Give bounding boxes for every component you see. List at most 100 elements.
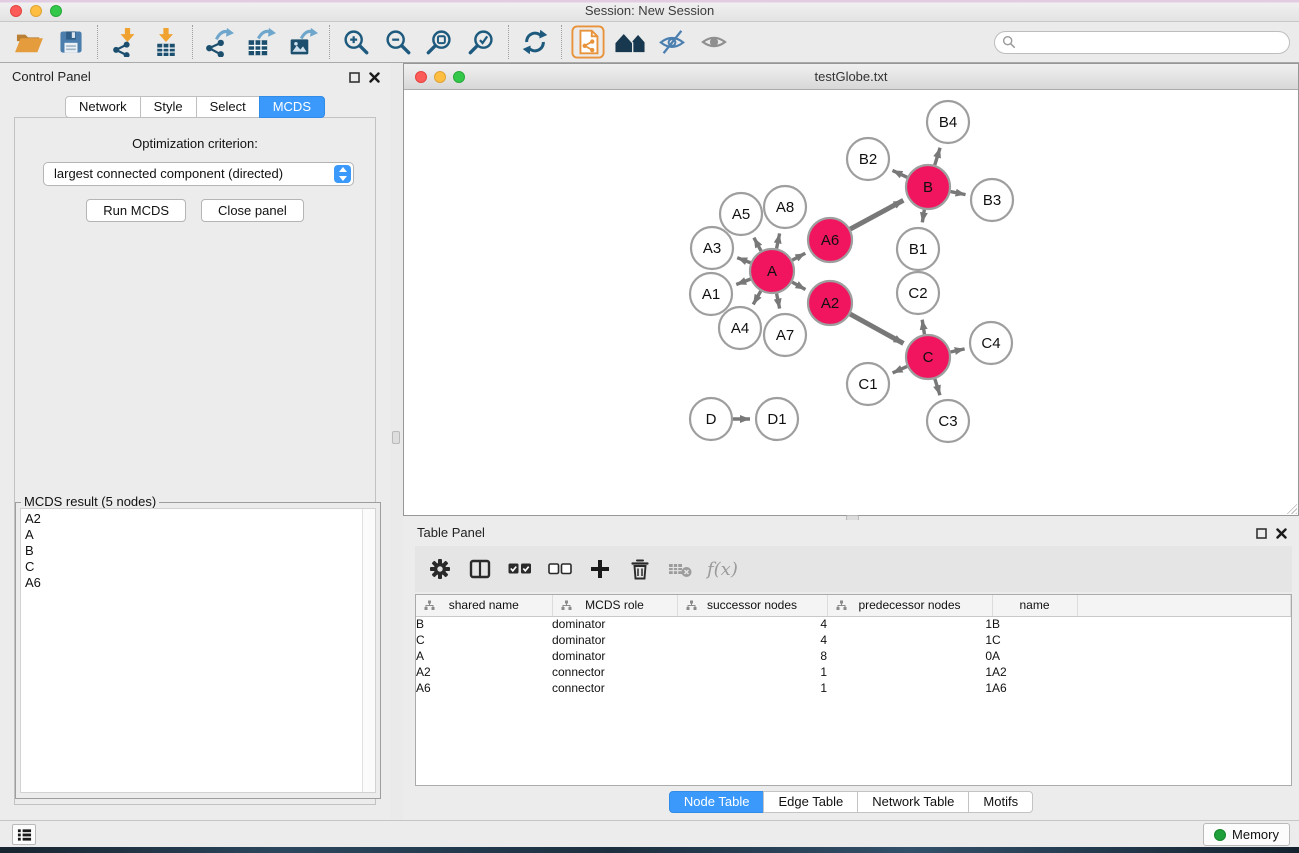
deselect-all-icon[interactable] bbox=[547, 556, 573, 582]
function-builder-icon[interactable]: f(x) bbox=[707, 559, 738, 580]
scrollbar[interactable] bbox=[362, 509, 375, 792]
table-cell[interactable]: 1 bbox=[827, 632, 992, 648]
table-cell[interactable]: 1 bbox=[827, 664, 992, 680]
column-header-shared-name[interactable]: shared name bbox=[416, 595, 552, 616]
table-cell[interactable]: 0 bbox=[827, 648, 992, 664]
task-history-button[interactable] bbox=[12, 824, 36, 845]
export-table-icon[interactable] bbox=[240, 24, 282, 60]
table-cell[interactable]: 8 bbox=[677, 648, 827, 664]
tab-motifs[interactable]: Motifs bbox=[968, 791, 1033, 813]
table-cell[interactable]: connector bbox=[552, 664, 677, 680]
close-window-icon[interactable] bbox=[10, 5, 22, 17]
import-network-icon[interactable] bbox=[103, 24, 145, 60]
table-cell[interactable]: B bbox=[992, 616, 1077, 632]
select-all-icon[interactable] bbox=[507, 556, 533, 582]
table-cell[interactable]: 1 bbox=[677, 680, 827, 696]
tab-network-table[interactable]: Network Table bbox=[857, 791, 969, 813]
graph-edge-A-A2[interactable] bbox=[792, 282, 805, 289]
columns-icon[interactable] bbox=[467, 556, 493, 582]
graph-edge-B-B4[interactable] bbox=[935, 148, 940, 165]
mcds-result-item[interactable]: A2 bbox=[25, 511, 375, 527]
table-row[interactable]: Cdominator41C bbox=[416, 632, 1291, 648]
graph-edge-B-B2[interactable] bbox=[892, 170, 907, 177]
trash-icon[interactable] bbox=[627, 556, 653, 582]
float-panel-icon[interactable] bbox=[1256, 527, 1267, 542]
minimize-window-icon[interactable] bbox=[30, 5, 42, 17]
column-header-successor-nodes[interactable]: successor nodes bbox=[677, 595, 827, 616]
zoom-out-icon[interactable] bbox=[377, 24, 419, 60]
column-header-predecessor-nodes[interactable]: predecessor nodes bbox=[827, 595, 992, 616]
zoom-in-icon[interactable] bbox=[335, 24, 377, 60]
network-zoom-icon[interactable] bbox=[453, 71, 465, 83]
graph-edge-C-C4[interactable] bbox=[950, 349, 964, 352]
mcds-result-item[interactable]: A6 bbox=[25, 575, 375, 591]
close-panel-icon[interactable] bbox=[369, 71, 380, 86]
close-panel-button[interactable]: Close panel bbox=[201, 199, 304, 222]
float-panel-icon[interactable] bbox=[349, 71, 360, 86]
table-cell[interactable]: 4 bbox=[677, 632, 827, 648]
select-stepper-icon[interactable] bbox=[334, 165, 351, 183]
table-cell[interactable]: C bbox=[416, 632, 552, 648]
gear-icon[interactable] bbox=[427, 556, 453, 582]
panel-divider[interactable] bbox=[390, 63, 403, 820]
table-cell[interactable]: A6 bbox=[416, 680, 552, 696]
network-canvas[interactable]: B4B2BB3A8A5A6A3B1AA1C2A2A4A7C4CC1DD1C3 bbox=[404, 90, 1298, 515]
delete-table-icon[interactable] bbox=[667, 556, 693, 582]
table-cell[interactable]: C bbox=[992, 632, 1077, 648]
close-panel-icon[interactable] bbox=[1276, 527, 1287, 542]
table-cell[interactable]: A6 bbox=[992, 680, 1077, 696]
graph-edge-A6-B[interactable] bbox=[850, 200, 903, 229]
table-row[interactable]: A6connector11A6 bbox=[416, 680, 1291, 696]
divider-grip[interactable] bbox=[392, 431, 400, 444]
add-icon[interactable] bbox=[587, 556, 613, 582]
table-cell[interactable]: A bbox=[416, 648, 552, 664]
network-window-titlebar[interactable]: testGlobe.txt bbox=[404, 64, 1298, 90]
mcds-result-item[interactable]: C bbox=[25, 559, 375, 575]
zoom-window-icon[interactable] bbox=[50, 5, 62, 17]
graph-edge-A-A8[interactable] bbox=[777, 233, 780, 248]
tab-select[interactable]: Select bbox=[196, 96, 260, 118]
table-cell[interactable]: connector bbox=[552, 680, 677, 696]
table-row[interactable]: A2connector11A2 bbox=[416, 664, 1291, 680]
graph-edge-A-A6[interactable] bbox=[792, 253, 805, 260]
graph-edge-A-A5[interactable] bbox=[754, 238, 761, 251]
zoom-selected-icon[interactable] bbox=[461, 24, 503, 60]
table-cell[interactable]: A2 bbox=[416, 664, 552, 680]
show-annotations-eye-icon[interactable] bbox=[693, 24, 735, 60]
open-network-from-ndex-icon[interactable] bbox=[567, 24, 609, 60]
save-session-icon[interactable] bbox=[50, 24, 92, 60]
tab-style[interactable]: Style bbox=[140, 96, 197, 118]
graph-edge-A-A3[interactable] bbox=[737, 258, 750, 263]
graph-edge-A-A7[interactable] bbox=[777, 294, 780, 309]
graph-edge-A-A4[interactable] bbox=[753, 291, 761, 304]
graph-edge-B-B3[interactable] bbox=[951, 192, 966, 195]
network-minimize-icon[interactable] bbox=[434, 71, 446, 83]
mcds-result-item[interactable]: A bbox=[25, 527, 375, 543]
criterion-select[interactable]: largest connected component (directed) bbox=[43, 162, 354, 186]
tab-network[interactable]: Network bbox=[65, 96, 141, 118]
run-mcds-button[interactable]: Run MCDS bbox=[86, 199, 186, 222]
graph-edge-A2-C[interactable] bbox=[850, 314, 903, 343]
table-cell[interactable]: 1 bbox=[827, 680, 992, 696]
table-cell[interactable]: B bbox=[416, 616, 552, 632]
table-row[interactable]: Bdominator41B bbox=[416, 616, 1291, 632]
table-cell[interactable]: 1 bbox=[677, 664, 827, 680]
graph-edge-B-B1[interactable] bbox=[922, 210, 924, 223]
window-titlebar[interactable]: Session: New Session bbox=[0, 0, 1299, 22]
open-session-icon[interactable] bbox=[8, 24, 50, 60]
graph-edge-C-C3[interactable] bbox=[935, 379, 940, 395]
refresh-icon[interactable] bbox=[514, 24, 556, 60]
table-cell[interactable]: dominator bbox=[552, 632, 677, 648]
table-cell[interactable]: A bbox=[992, 648, 1077, 664]
table-cell[interactable]: dominator bbox=[552, 648, 677, 664]
tab-node-table[interactable]: Node Table bbox=[669, 791, 765, 813]
search-input[interactable] bbox=[994, 31, 1290, 54]
table-cell[interactable]: 4 bbox=[677, 616, 827, 632]
graph-edge-C-C1[interactable] bbox=[893, 366, 907, 372]
table-cell[interactable]: 1 bbox=[827, 616, 992, 632]
network-graph[interactable]: B4B2BB3A8A5A6A3B1AA1C2A2A4A7C4CC1DD1C3 bbox=[404, 90, 1298, 515]
table-cell[interactable]: A2 bbox=[992, 664, 1077, 680]
zoom-fit-icon[interactable] bbox=[419, 24, 461, 60]
graph-edge-A-A1[interactable] bbox=[736, 279, 750, 284]
column-header-mcds-role[interactable]: MCDS role bbox=[552, 595, 677, 616]
